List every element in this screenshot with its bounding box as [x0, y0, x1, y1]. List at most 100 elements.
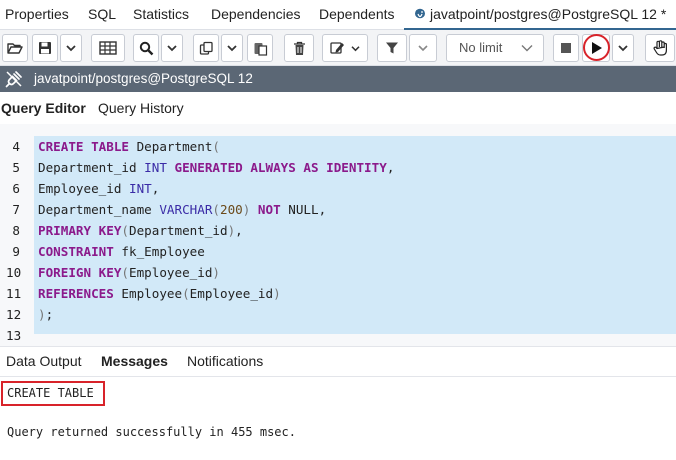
chevron-down-icon: [618, 45, 628, 52]
hand-icon: [652, 40, 667, 56]
code-token: ,: [151, 181, 160, 196]
code-token: (: [212, 139, 220, 154]
find-dropdown-button[interactable]: [161, 34, 183, 62]
open-file-button[interactable]: [2, 34, 28, 62]
code-token: Employee_id: [129, 265, 213, 280]
code-token: ,: [235, 223, 243, 238]
tab-messages[interactable]: Messages: [101, 353, 168, 369]
tab-dependencies[interactable]: Dependencies: [211, 6, 301, 22]
filter-button[interactable]: [377, 34, 407, 62]
row-limit-value: No limit: [459, 40, 503, 55]
filter-icon: [386, 42, 398, 54]
code-token: (: [121, 223, 129, 238]
save-button[interactable]: [32, 34, 58, 62]
code-line: 11 REFERENCES Employee(Employee_id): [0, 283, 676, 304]
code-token: ): [212, 265, 220, 280]
search-icon: [139, 41, 153, 55]
tab-properties[interactable]: Properties: [5, 6, 69, 22]
code-text: REFERENCES Employee(Employee_id): [38, 283, 281, 304]
chevron-down-icon: [66, 45, 76, 52]
tab-query-editor[interactable]: Query Editor: [1, 100, 86, 116]
code-line: 6 Employee_id INT,: [0, 178, 676, 199]
code-token: Department_id: [38, 160, 145, 175]
editor-tab-bar: Query Editor Query History: [0, 92, 676, 124]
stop-icon: [561, 43, 571, 53]
line-number: 10: [6, 265, 22, 280]
code-token: ): [242, 202, 258, 217]
edit-icon: [330, 42, 344, 54]
code-token: Department_name: [38, 202, 160, 217]
save-icon: [39, 42, 51, 54]
code-text: Employee_id INT,: [38, 178, 159, 199]
line-number: 9: [12, 244, 20, 259]
code-token: NULL,: [280, 202, 327, 217]
edit-grid-button[interactable]: [91, 34, 125, 62]
edit-button[interactable]: [322, 34, 368, 62]
tab-data-output[interactable]: Data Output: [6, 353, 82, 369]
explain-button[interactable]: [645, 34, 675, 62]
code-token: CREATE TABLE: [38, 139, 129, 154]
tab-statistics[interactable]: Statistics: [133, 6, 189, 22]
code-token: ): [38, 307, 46, 322]
line-number: 4: [12, 139, 20, 154]
code-token: ,: [386, 160, 395, 175]
code-token: INT: [144, 160, 167, 175]
trash-icon: [293, 41, 305, 55]
code-token: Employee_id: [189, 286, 274, 301]
tab-query-history[interactable]: Query History: [98, 100, 184, 116]
code-line: 7 Department_name VARCHAR(200) NOT NULL,: [0, 199, 676, 220]
delete-button[interactable]: [284, 34, 314, 62]
code-line: 10 FOREIGN KEY(Employee_id): [0, 262, 676, 283]
code-text: );: [38, 304, 53, 325]
filter-dropdown-button[interactable]: [409, 34, 437, 62]
code-token: Employee_id: [38, 181, 129, 196]
code-line: 12);: [0, 304, 676, 325]
line-number: 12: [6, 307, 22, 322]
save-dropdown-button[interactable]: [60, 34, 82, 62]
code-text: CONSTRAINT fk_Employee: [38, 241, 205, 262]
code-text: PRIMARY KEY(Department_id),: [38, 220, 243, 241]
code-token: NOT: [257, 202, 281, 217]
message-create-table: CREATE TABLE: [7, 386, 94, 400]
code-text: FOREIGN KEY(Employee_id): [38, 262, 220, 283]
code-token: Department_id: [129, 223, 228, 238]
code-token: GENERATED ALWAYS AS IDENTITY: [174, 160, 387, 175]
code-token: INT: [129, 181, 152, 196]
copy-icon: [199, 41, 213, 55]
copy-button[interactable]: [193, 34, 219, 62]
code-token: FOREIGN KEY: [38, 265, 122, 280]
copy-dropdown-button[interactable]: [221, 34, 243, 62]
code-token: Department: [129, 139, 213, 154]
row-limit-select[interactable]: No limit: [446, 34, 544, 62]
execute-dropdown-button[interactable]: [612, 34, 634, 62]
tab-notifications[interactable]: Notifications: [187, 353, 263, 369]
code-token: REFERENCES: [38, 286, 114, 301]
tab-dependents[interactable]: Dependents: [319, 6, 395, 22]
code-token: ;: [45, 307, 54, 322]
code-line: 13: [0, 325, 676, 346]
paste-icon: [254, 42, 267, 56]
sql-editor[interactable]: 4 CREATE TABLE Department(5 Department_id …: [0, 124, 676, 346]
plug-icon[interactable]: [5, 70, 23, 88]
execute-highlight-circle: [583, 34, 610, 61]
postgres-elephant-icon: [415, 8, 425, 19]
chevron-down-icon: [167, 45, 177, 52]
connection-bar: javatpoint/postgres@PostgreSQL 12: [0, 66, 676, 92]
code-token: (: [121, 265, 129, 280]
grid-icon: [99, 41, 117, 55]
find-button[interactable]: [133, 34, 159, 62]
message-query-success: Query returned successfully in 455 msec.: [7, 425, 296, 439]
line-number: 8: [12, 223, 20, 238]
tab-sql[interactable]: SQL: [88, 6, 116, 22]
chevron-down-icon: [227, 45, 237, 52]
chevron-down-icon: [418, 45, 428, 52]
code-token: 200: [220, 202, 243, 217]
code-token: fk_Employee: [113, 244, 205, 259]
stop-button[interactable]: [553, 34, 579, 62]
paste-button[interactable]: [247, 34, 273, 62]
connection-label[interactable]: javatpoint/postgres@PostgreSQL 12: [34, 71, 253, 86]
code-token: (: [212, 202, 220, 217]
tab-query-tool[interactable]: javatpoint/postgres@PostgreSQL 12 *: [403, 6, 676, 30]
line-number: 6: [12, 181, 20, 196]
